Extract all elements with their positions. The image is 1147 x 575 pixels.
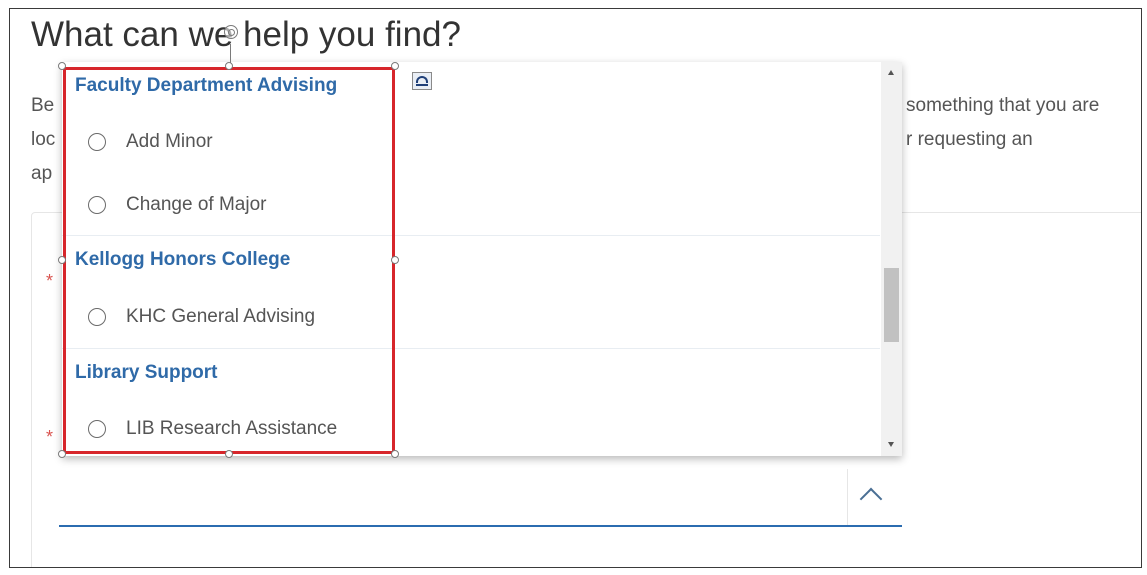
scrollbar-thumb[interactable] — [884, 268, 899, 342]
scroll-down-arrow-icon[interactable] — [888, 442, 894, 447]
option-khc-general-advising[interactable]: KHC General Advising — [88, 302, 315, 332]
group-header-kellogg-honors-college: Kellogg Honors College — [75, 249, 291, 270]
required-marker: * — [46, 427, 54, 447]
intro-text-left-line-3: ap — [31, 163, 53, 184]
group-separator — [62, 235, 880, 236]
radio-icon[interactable] — [88, 133, 106, 151]
intro-text-right-line-2: r requesting an — [906, 129, 1033, 150]
dropdown-scrollbar[interactable] — [881, 62, 902, 456]
page-title: What can we help you find? — [31, 15, 461, 54]
topic-dropdown-list[interactable]: Faculty Department Advising Add Minor Ch… — [62, 62, 902, 456]
radio-icon[interactable] — [88, 420, 106, 438]
option-label: KHC General Advising — [126, 306, 316, 327]
resize-handle-top-middle[interactable] — [225, 62, 233, 70]
scroll-up-arrow-icon[interactable] — [888, 70, 894, 75]
resize-handle-bottom-middle[interactable] — [225, 450, 233, 458]
radio-icon[interactable] — [88, 308, 106, 326]
option-label: Add Minor — [126, 131, 213, 152]
screenshot-frame: What can we help you find? Be loc ap som… — [9, 8, 1142, 568]
rotate-handle-icon[interactable] — [224, 25, 238, 39]
option-change-of-major[interactable]: Change of Major — [88, 190, 266, 220]
resize-handle-bottom-left[interactable] — [58, 450, 66, 458]
required-marker: * — [46, 271, 54, 291]
option-label: Change of Major — [126, 194, 267, 215]
radio-icon[interactable] — [88, 196, 106, 214]
resize-handle-top-right[interactable] — [391, 62, 399, 70]
chevron-up-icon[interactable] — [859, 487, 883, 511]
group-separator — [62, 348, 880, 349]
option-add-minor[interactable]: Add Minor — [88, 127, 213, 157]
option-label: LIB Research Assistance — [126, 418, 338, 439]
intro-text-right-line-1: something that you are — [906, 95, 1100, 116]
resize-handle-middle-left[interactable] — [58, 256, 66, 264]
resize-handle-middle-right[interactable] — [391, 256, 399, 264]
intro-text-left-line-2: loc — [31, 129, 56, 150]
group-header-library-support: Library Support — [75, 362, 218, 383]
resize-handle-bottom-right[interactable] — [391, 450, 399, 458]
option-lib-research-assistance[interactable]: LIB Research Assistance — [88, 414, 337, 444]
topic-select-field[interactable] — [59, 469, 902, 527]
intro-text-left-line-1: Be — [31, 95, 55, 116]
select-divider — [847, 469, 848, 525]
resize-handle-top-left[interactable] — [58, 62, 66, 70]
layout-options-icon[interactable] — [412, 72, 432, 90]
group-header-faculty-department-advising: Faculty Department Advising — [75, 75, 338, 96]
